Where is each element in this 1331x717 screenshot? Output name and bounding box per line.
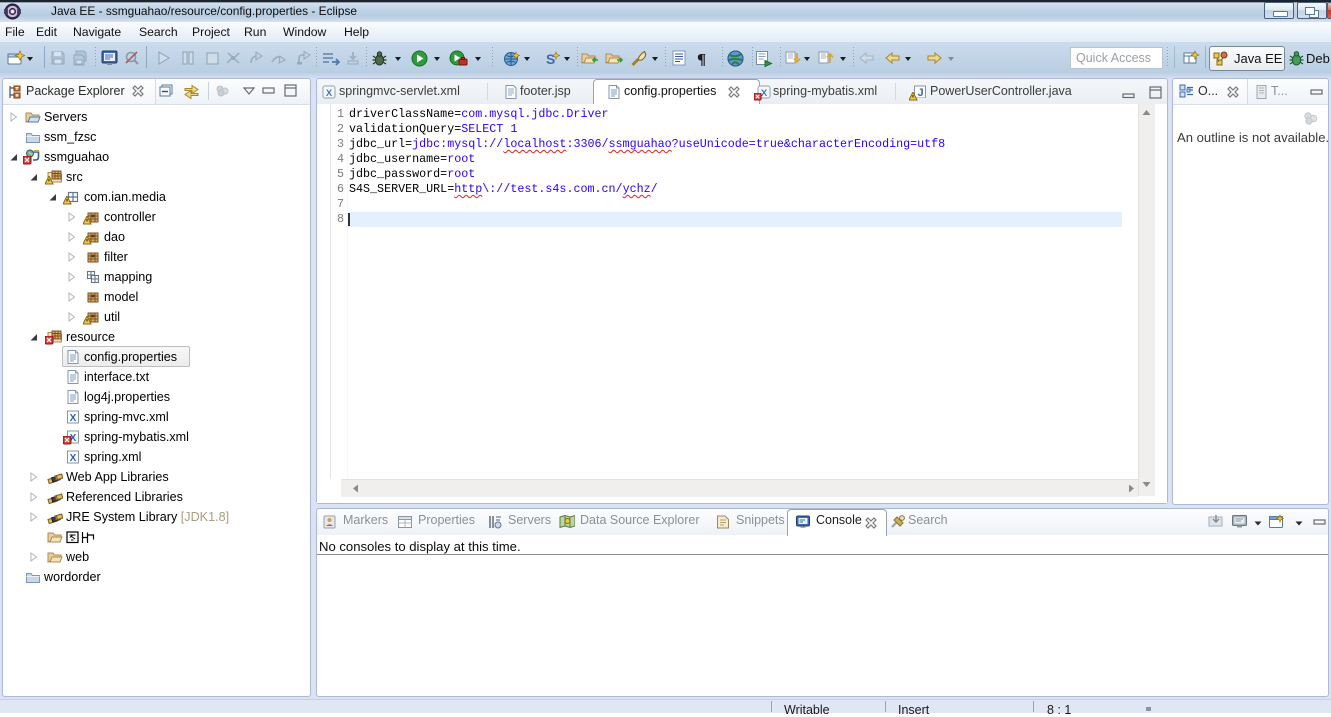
svg-text:¶: ¶ bbox=[697, 50, 706, 66]
svg-text:S: S bbox=[546, 51, 555, 67]
